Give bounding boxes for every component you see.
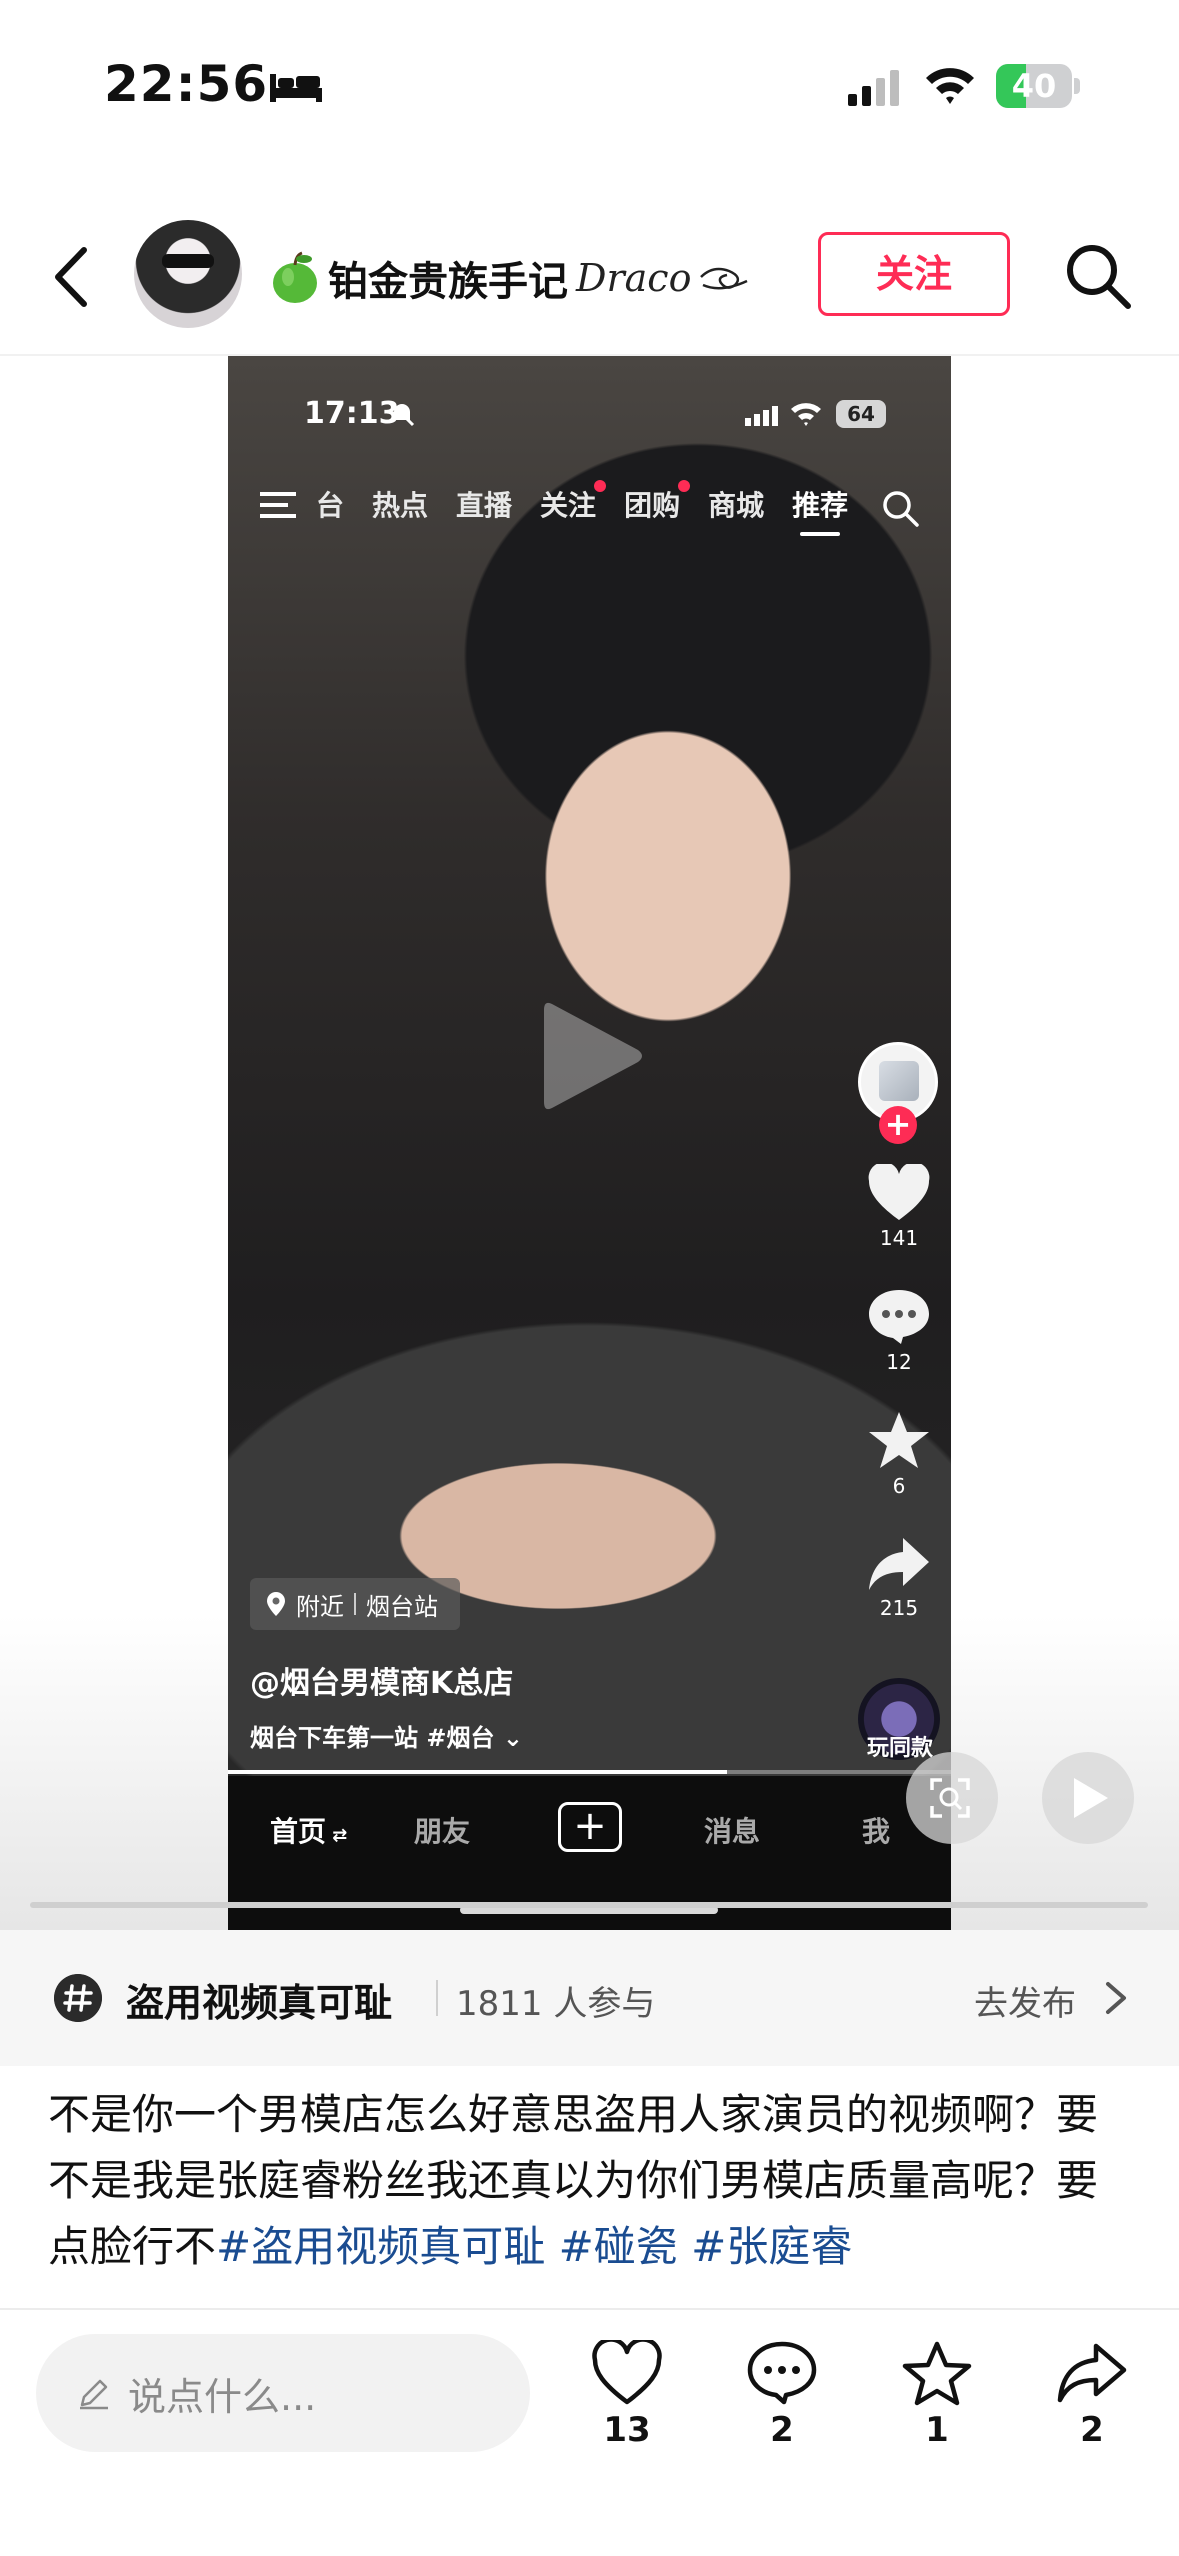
location-place: 烟台站 [366,1592,438,1621]
topic-publish-link[interactable]: 去发布 [974,1976,1076,2025]
topic-row[interactable]: 盗用视频真可耻 1811 人参与 去发布 [0,1930,1179,2066]
hashtag-link[interactable]: #盗用视频真可耻 [216,2222,545,2271]
video-author: @烟台男模商K总店 [250,1666,514,1701]
video-screenshot[interactable]: 17:13 64 台 热点 直播 关注 团购 商城 推荐 + 141 12 6 … [228,356,951,1930]
hashtag-link[interactable]: #碰瓷 [559,2222,678,2271]
bottom-action-bar: 说点什么... 13 2 1 2 [0,2308,1179,2556]
inner-tab-friends: 朋友 [414,1815,471,1848]
hashtag-link[interactable]: #张庭睿 [691,2222,852,2271]
like-button[interactable]: 13 [572,2340,682,2450]
follow-button[interactable]: 关注 [818,232,1010,316]
inner-tab-hot: 热点 [372,489,429,522]
author-avatar[interactable] [134,220,242,328]
video-caption: 烟台下车第一站 #烟台 ⌄ [250,1724,523,1752]
location-tag: 附近 烟台站 [250,1578,460,1630]
inner-tab-live: 直播 [456,489,513,522]
search-icon[interactable] [1062,240,1134,312]
hashtag-icon [54,1974,102,2022]
inner-add-icon: + [558,1802,622,1852]
pencil-icon [80,2379,108,2410]
rail-like: 141 [850,1164,948,1250]
author-name: 铂金贵族手记 [328,259,568,305]
battery-level: 40 [1011,67,1057,105]
heart-icon [868,1164,930,1220]
rail-comment: 12 [850,1286,948,1374]
author-name-suffix: Draco [576,256,692,300]
location-prefix: 附近 [296,1592,344,1621]
chevron-right-icon [1106,1982,1126,2014]
rail-favorite-count: 6 [892,1474,906,1498]
media-scrub-bar[interactable] [30,1902,1148,1908]
share-outline-icon [1057,2343,1127,2403]
star-icon [869,1412,929,1468]
play-icon[interactable] [538,996,648,1116]
inner-search-icon [883,491,919,527]
signal-icon [848,70,899,106]
rail-share: 215 [850,1536,948,1620]
image-scan-icon [930,1778,970,1818]
video-progress-bar [228,1770,951,1774]
location-divider [354,1593,356,1615]
like-count: 13 [603,2410,651,2450]
inner-tab-messages: 消息 [704,1815,761,1848]
status-time: 22:56 [104,55,269,113]
expand-chevron-icon: ⌄ [494,1724,523,1752]
topic-title: 盗用视频真可耻 [126,1981,393,2025]
inner-tab-me: 我 [862,1815,891,1848]
share-arrow-icon [869,1538,929,1590]
inner-battery: 64 [836,400,886,428]
inner-tab-city: 台 [316,489,345,522]
post-header: 铂金贵族手记 Draco 关注 [0,200,1179,356]
battery-charging-icon: 40 [996,64,1080,108]
bed-icon [270,74,322,102]
apple-emoji-icon [273,251,317,303]
comment-count: 2 [770,2410,794,2450]
inner-tab-home: 首页 ⇄ [270,1815,348,1848]
author-name-group[interactable]: 铂金贵族手记 Draco [270,248,751,308]
inner-tab-mall: 商城 [708,489,765,522]
inner-signal-icon [745,406,778,426]
follow-plus-icon: + [879,1106,917,1144]
comment-button[interactable]: 2 [727,2340,837,2450]
topic-participants: 1811 人参与 [456,1984,656,2024]
notification-dot [594,480,607,492]
rail-favorite: 6 [850,1410,948,1498]
inner-tab-recommend: 推荐 [792,484,848,536]
inner-tab-group-buy: 团购 [624,480,691,524]
location-pin-icon [267,1592,285,1616]
topic-divider [436,1980,438,2016]
rail-share-count: 215 [879,1596,919,1620]
post-description: 不是你一个男模店怎么好意思盗用人家演员的视频啊？要不是我是张庭睿粉丝我还真以为你… [48,2082,1138,2310]
play-triangle-icon [1074,1778,1108,1818]
share-count: 2 [1080,2410,1104,2450]
favorite-count: 1 [925,2410,949,2450]
comment-placeholder: 说点什么... [128,2374,317,2419]
rail-comment-count: 12 [886,1350,912,1374]
inner-tab-follow: 关注 [540,480,607,524]
inner-nav-tabs: 台 热点 直播 关注 团购 商城 推荐 [316,480,848,536]
comment-bubble-icon [869,1290,929,1344]
notification-dot [678,480,691,492]
share-button[interactable]: 2 [1037,2340,1147,2450]
media-area[interactable]: 17:13 64 台 热点 直播 关注 团购 商城 推荐 + 141 12 6 … [0,356,1179,1930]
back-icon[interactable] [48,244,94,310]
wifi-icon [926,68,974,104]
inner-wifi-icon [791,403,821,426]
bell-muted-icon [389,401,415,427]
favorite-button[interactable]: 1 [882,2340,992,2450]
status-bar: 22:56 40 [0,0,1179,160]
inner-status-time: 17:13 [304,396,400,431]
swirl-icon [700,267,748,290]
comment-outline-icon [747,2341,817,2405]
heart-outline-icon [592,2340,662,2405]
menu-icon [260,492,296,518]
star-outline-icon [902,2341,972,2406]
rail-like-count: 141 [879,1226,919,1250]
comment-input[interactable]: 说点什么... [36,2334,530,2452]
